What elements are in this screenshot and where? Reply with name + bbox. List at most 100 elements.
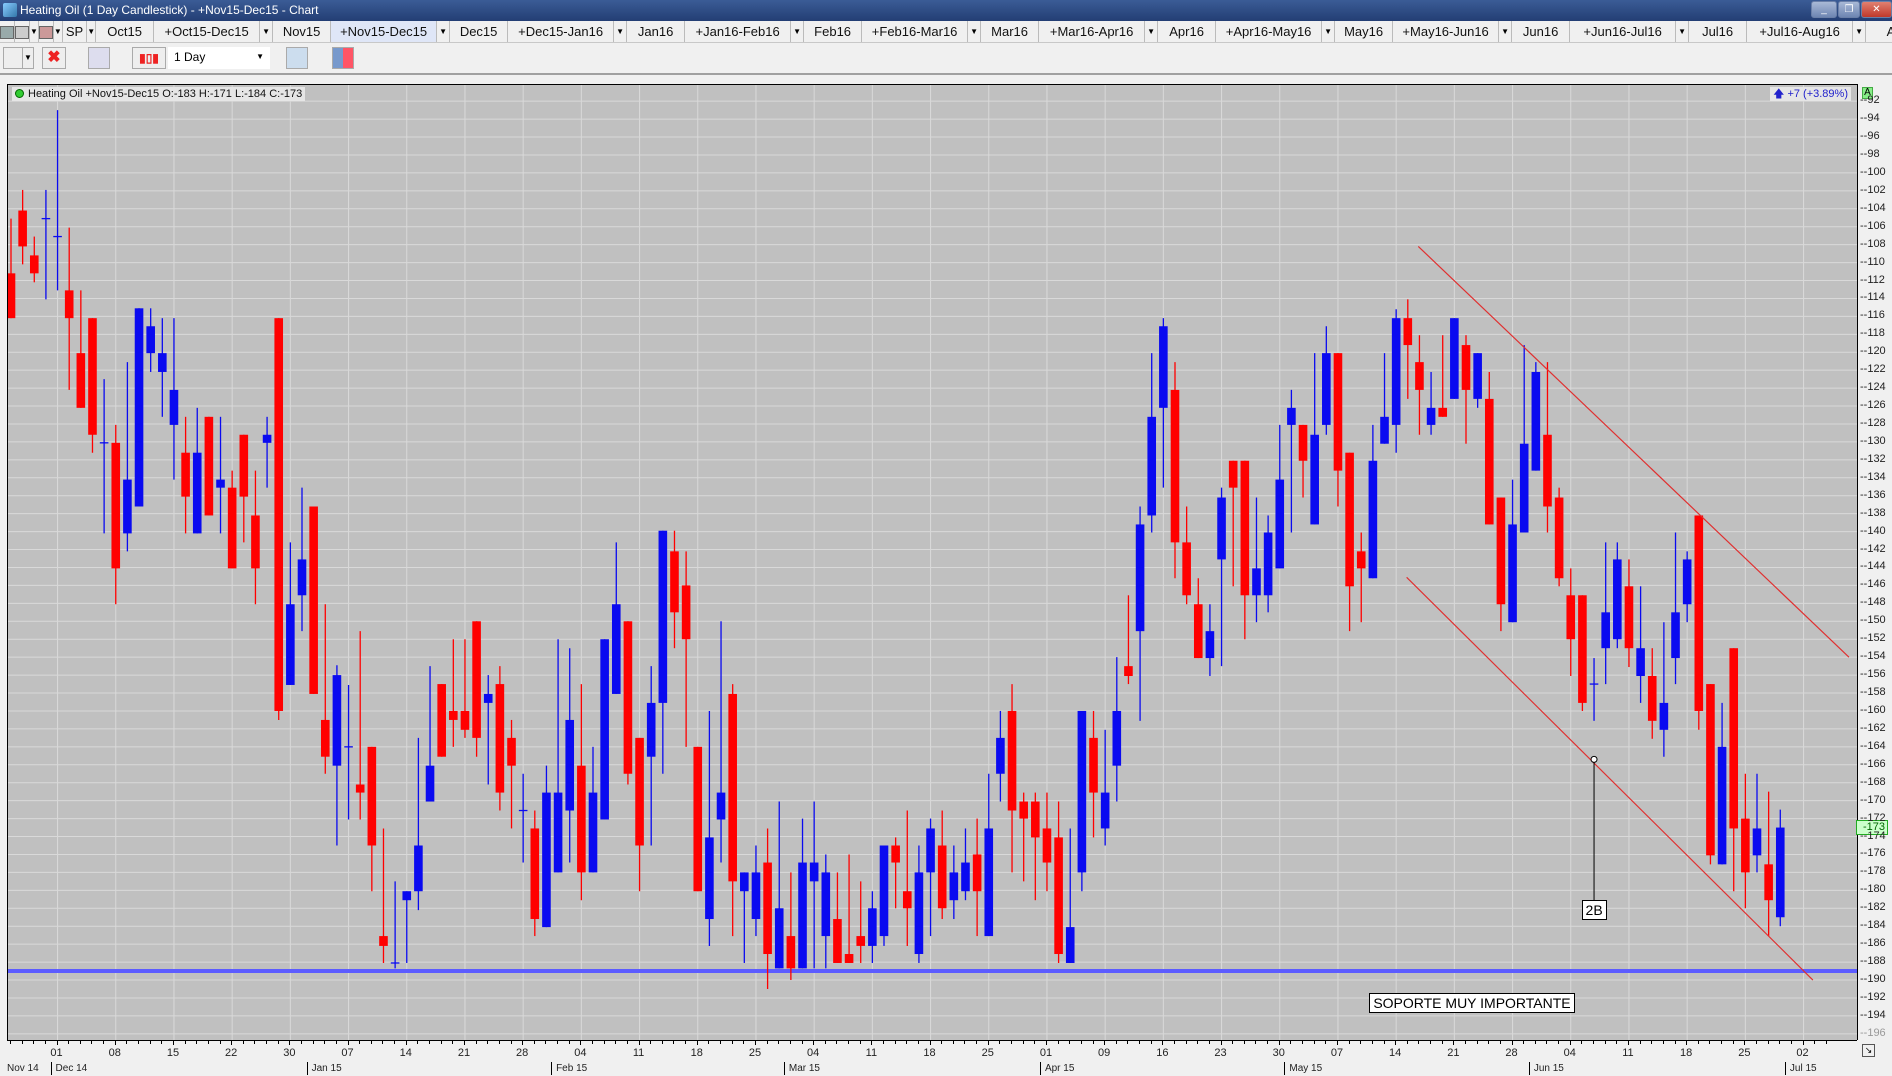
- candle-up: [146, 326, 155, 354]
- candle-up: [402, 891, 412, 901]
- chart-objects-icon[interactable]: [88, 47, 110, 69]
- y-tick-label: --104: [1860, 201, 1886, 214]
- sp-dropdown-arrow[interactable]: ▼: [87, 21, 97, 42]
- tab-dropdown-arrow[interactable]: ▼: [614, 21, 628, 42]
- chart-plot-area[interactable]: Heating Oil +Nov15-Dec15 O:-183 H:-171 L…: [7, 84, 1858, 1041]
- x-tick-mark: [848, 1041, 850, 1044]
- x-tick-mark: [1465, 1041, 1466, 1044]
- x-tick-label: 21: [457, 1047, 471, 1059]
- candle-up: [1112, 710, 1122, 766]
- restore-button[interactable]: ❐: [1838, 1, 1860, 18]
- candle-up: [926, 828, 935, 873]
- print-icon[interactable]: [15, 21, 30, 42]
- x-tick-label: 07: [1330, 1047, 1344, 1059]
- tab-mar16[interactable]: Mar16: [981, 21, 1040, 42]
- x-tick-mark: [883, 1041, 884, 1044]
- tab-may16[interactable]: May16: [1335, 21, 1394, 42]
- y-tick-label: --158: [1860, 686, 1886, 699]
- tab-oct15-dec15[interactable]: +Oct15-Dec15: [154, 21, 261, 42]
- tab-dec15[interactable]: Dec15: [450, 21, 509, 42]
- tab-may16-jun16[interactable]: +May16-Jun16: [1393, 21, 1500, 42]
- tab-nov15-dec15[interactable]: +Nov15-Dec15: [331, 21, 438, 42]
- price-axis[interactable]: A -173 --92 --94 --96 --98 --100 --102 --104 --…: [1856, 84, 1892, 1040]
- symbol-dropdown-arrow[interactable]: ▼: [54, 21, 63, 42]
- x-tick-mark: [545, 1041, 547, 1044]
- tab-jul16-aug16[interactable]: +Jul16-Aug16: [1747, 21, 1854, 42]
- window-title: Heating Oil (1 Day Candlestick) - +Nov15…: [20, 3, 319, 17]
- delete-icon[interactable]: ✖: [42, 47, 66, 69]
- tab-feb16-mar16[interactable]: +Feb16-Mar16: [862, 21, 969, 42]
- tab-dropdown-arrow[interactable]: ▼: [1499, 21, 1513, 42]
- y-tick-label: --124: [1860, 381, 1886, 394]
- x-tick-label: 02: [1796, 1047, 1809, 1059]
- x-tick-mark: [1593, 1041, 1595, 1044]
- x-tick-label: 23: [1214, 1047, 1227, 1059]
- tab-dec15-jan16[interactable]: +Dec15-Jan16: [508, 21, 615, 42]
- candle-down: [1298, 424, 1308, 461]
- resize-corner-icon[interactable]: ↘: [1862, 1044, 1875, 1057]
- calculator-icon[interactable]: [286, 47, 308, 69]
- tab-apr16[interactable]: Apr16: [1158, 21, 1217, 42]
- time-axis[interactable]: 01 08 15 22 30 07 14 21 28 04 11 18 25 04 11 18 25 01 09 16…: [7, 1040, 1857, 1076]
- tab-jun16-jul16[interactable]: +Jun16-Jul16: [1570, 21, 1677, 42]
- tab-jan16-feb16[interactable]: +Jan16-Feb16: [685, 21, 792, 42]
- tab-dropdown-arrow[interactable]: ▼: [1322, 21, 1336, 42]
- sp-button[interactable]: SP: [63, 21, 88, 42]
- candle-up: [286, 604, 295, 685]
- candle-down: [1415, 362, 1424, 390]
- candle-down: [902, 891, 912, 909]
- tab-dropdown-arrow[interactable]: ▼: [791, 21, 805, 42]
- y-tick-label: --156: [1860, 668, 1886, 681]
- x-tick-mark: [789, 1041, 791, 1044]
- close-button[interactable]: ✕: [1861, 1, 1892, 18]
- candlestick-chart[interactable]: [8, 85, 1858, 1041]
- minimize-button[interactable]: _: [1811, 1, 1837, 18]
- color-scheme-icon[interactable]: [332, 47, 354, 69]
- candle-up: [1065, 927, 1075, 963]
- candle-down: [670, 551, 679, 613]
- tab-dropdown-arrow[interactable]: ▼: [968, 21, 982, 42]
- tab-jan16[interactable]: Jan16: [627, 21, 686, 42]
- tab-apr16-may16[interactable]: +Apr16-May16: [1216, 21, 1323, 42]
- tab-feb16[interactable]: Feb16: [804, 21, 863, 42]
- tab-mar16-apr16[interactable]: +Mar16-Apr16: [1039, 21, 1146, 42]
- candle-down: [856, 936, 866, 946]
- tab-dropdown-arrow[interactable]: ▼: [260, 21, 274, 42]
- tab-dropdown-arrow[interactable]: ▼: [1145, 21, 1159, 42]
- candle-up: [1508, 524, 1517, 623]
- tab-dropdown-arrow[interactable]: ▼: [1853, 21, 1867, 42]
- properties-icon[interactable]: [0, 21, 15, 42]
- print-dropdown-arrow[interactable]: ▼: [30, 21, 39, 42]
- chart-type-candlestick-icon[interactable]: ▮▯▮: [132, 47, 166, 69]
- tab-oct15[interactable]: Oct15: [96, 21, 155, 42]
- tab-dropdown-arrow[interactable]: ▼: [437, 21, 451, 42]
- candle-up: [809, 862, 819, 882]
- tab-au[interactable]: Au: [1866, 21, 1892, 42]
- y-tick-label: --170: [1860, 793, 1886, 806]
- annotation-label[interactable]: SOPORTE MUY IMPORTANTE: [1369, 993, 1575, 1014]
- annotation-label[interactable]: 2B: [1581, 900, 1607, 921]
- x-month-label: Jul 15: [1784, 1062, 1817, 1075]
- candle-up: [1450, 318, 1459, 399]
- tab-jul16[interactable]: Jul16: [1689, 21, 1748, 42]
- x-tick-mark: [568, 1041, 570, 1044]
- x-tick-mark: [103, 1041, 105, 1044]
- x-tick-mark: [673, 1041, 675, 1044]
- pointer-dropdown-arrow[interactable]: ▼: [22, 47, 34, 69]
- pointer-tool-icon[interactable]: [3, 47, 23, 69]
- tab-dropdown-arrow[interactable]: ▼: [1676, 21, 1690, 42]
- tab-nov15[interactable]: Nov15: [273, 21, 332, 42]
- candle-down: [1543, 434, 1552, 507]
- x-tick-mark: [1581, 1041, 1583, 1044]
- symbol-icon[interactable]: [38, 21, 54, 42]
- x-tick-mark: [603, 1041, 605, 1044]
- x-tick-mark: [1011, 1041, 1013, 1044]
- tab-jun16[interactable]: Jun16: [1512, 21, 1571, 42]
- x-tick-mark: [91, 1041, 93, 1044]
- candle-up: [1310, 434, 1319, 525]
- x-tick-mark: [289, 1041, 291, 1045]
- interval-select[interactable]: 1 Day ▼: [168, 47, 270, 69]
- candle-up: [542, 792, 551, 928]
- candle-down: [437, 684, 446, 757]
- x-tick-mark: [138, 1041, 140, 1044]
